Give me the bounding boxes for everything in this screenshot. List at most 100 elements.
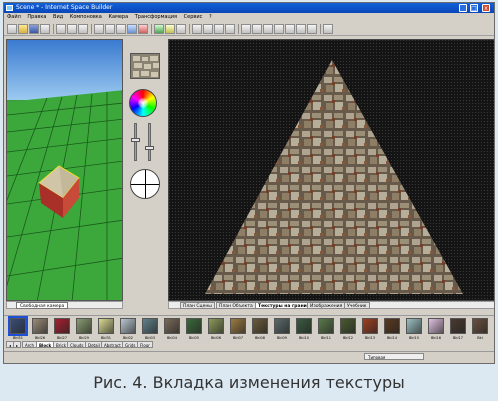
texture-swatch-label: BkI27: [57, 336, 67, 340]
paste-icon[interactable]: [116, 24, 126, 34]
texture-swatch-label: BkI09: [277, 336, 287, 340]
texture-swatch[interactable]: [340, 318, 356, 334]
menu-view[interactable]: Вид: [53, 14, 63, 20]
texture-swatch-label: BkI16: [431, 336, 441, 340]
help-icon[interactable]: [78, 24, 88, 34]
texture-swatch[interactable]: [450, 318, 466, 334]
texture-swatch-label: BkI04: [167, 336, 177, 340]
align-icon[interactable]: [285, 24, 295, 34]
status-bar: Типовая: [4, 351, 494, 361]
texture-swatch[interactable]: [32, 318, 48, 334]
record-icon[interactable]: [241, 24, 251, 34]
texture-swatch[interactable]: [318, 318, 334, 334]
texture-swatch-label: BkI06: [211, 336, 221, 340]
status-mode: Типовая: [364, 353, 424, 360]
category-tab-floor[interactable]: Floor: [137, 341, 153, 348]
cut-icon[interactable]: [94, 24, 104, 34]
menu-camera[interactable]: Камера: [108, 14, 128, 20]
brightness-slider[interactable]: [131, 123, 140, 161]
open-icon[interactable]: [18, 24, 28, 34]
step-icon[interactable]: [203, 24, 213, 34]
texture-swatch-label: BkI26: [35, 336, 45, 340]
texture-swatch[interactable]: [208, 318, 224, 334]
color-wheel[interactable]: [129, 89, 157, 117]
menu-edit[interactable]: Правка: [27, 14, 46, 20]
category-tab-arch[interactable]: Arch: [22, 341, 38, 348]
texture-swatch[interactable]: [274, 318, 290, 334]
tab-scroll-right[interactable]: ▸: [13, 341, 22, 348]
scene-3d-view[interactable]: [7, 40, 123, 301]
pick-icon[interactable]: [165, 24, 175, 34]
texture-swatch[interactable]: [384, 318, 400, 334]
texture-swatch-label: BkI07: [233, 336, 243, 340]
texture-swatch-label: BkI31: [101, 336, 111, 340]
rewind-icon[interactable]: [225, 24, 235, 34]
texture-swatch-label: BkI03: [145, 336, 155, 340]
tab-object-plan[interactable]: План Объекта: [216, 302, 256, 309]
texture-swatch[interactable]: [142, 318, 158, 334]
minimize-button[interactable]: _: [459, 4, 467, 12]
contrast-slider[interactable]: [145, 123, 154, 161]
texture-swatch-label: BkI29: [79, 336, 89, 340]
grid-icon[interactable]: [263, 24, 273, 34]
texture-swatch[interactable]: [186, 318, 202, 334]
menu-layout[interactable]: Компоновка: [70, 14, 102, 20]
texture-swatch[interactable]: [76, 318, 92, 334]
texture-swatch[interactable]: [428, 318, 444, 334]
texture-swatch[interactable]: [8, 316, 28, 336]
brush-icon[interactable]: [176, 24, 186, 34]
tab-scene-plan[interactable]: План Сцены: [180, 302, 215, 309]
color-icon[interactable]: [138, 24, 148, 34]
texture-swatch[interactable]: [98, 318, 114, 334]
category-tab-grids[interactable]: Grids: [122, 341, 139, 348]
texture-face-editor[interactable]: [168, 39, 494, 301]
texture-preview[interactable]: [130, 53, 160, 79]
close-button[interactable]: x: [482, 4, 490, 12]
tab-free-camera[interactable]: Свободная камера: [16, 302, 69, 309]
tab-face-textures[interactable]: Текстуры на грани: [255, 302, 310, 309]
sky: [7, 40, 122, 100]
play-icon[interactable]: [192, 24, 202, 34]
copy-icon[interactable]: [105, 24, 115, 34]
stop-icon[interactable]: [214, 24, 224, 34]
texture-swatch[interactable]: [120, 318, 136, 334]
position-target-icon[interactable]: [130, 169, 160, 199]
paint-icon[interactable]: [154, 24, 164, 34]
viewport-3d[interactable]: [6, 39, 123, 301]
texture-swatch[interactable]: [54, 318, 70, 334]
category-tab-block[interactable]: Block: [36, 341, 55, 348]
print-icon[interactable]: [40, 24, 50, 34]
category-tab-abstract[interactable]: Abstract: [101, 341, 124, 348]
texture-swatch[interactable]: [362, 318, 378, 334]
maximize-button[interactable]: □: [470, 4, 478, 12]
texture-swatch-label: BkI10: [299, 336, 309, 340]
menu-help[interactable]: ?: [209, 14, 212, 20]
texture-swatch-label: BkI11: [321, 336, 331, 340]
texture-swatch[interactable]: [472, 318, 488, 334]
texture-swatch[interactable]: [406, 318, 422, 334]
toolbar: [4, 22, 494, 36]
texture-swatch[interactable]: [230, 318, 246, 334]
texture-swatch[interactable]: [252, 318, 268, 334]
tab-tutorial[interactable]: Учебник: [344, 302, 370, 309]
properties-icon[interactable]: [323, 24, 333, 34]
rotate-icon[interactable]: [307, 24, 317, 34]
category-tab-clouds[interactable]: Clouds: [67, 341, 87, 348]
frame-icon[interactable]: [252, 24, 262, 34]
texture-swatch[interactable]: [164, 318, 180, 334]
tab-images[interactable]: Изображения: [307, 302, 346, 309]
menu-file[interactable]: Файл: [7, 14, 21, 20]
undo-icon[interactable]: [56, 24, 66, 34]
figure-caption: Рис. 4. Вкладка изменения текстуры: [0, 364, 498, 401]
save-icon[interactable]: [29, 24, 39, 34]
menu-tools[interactable]: Сервис: [184, 14, 203, 20]
texture-swatch-label: BkI14: [387, 336, 397, 340]
distribute-icon[interactable]: [296, 24, 306, 34]
new-icon[interactable]: [7, 24, 17, 34]
snap-icon[interactable]: [274, 24, 284, 34]
menu-transform[interactable]: Трансформация: [135, 14, 177, 20]
select-icon[interactable]: [127, 24, 137, 34]
redo-icon[interactable]: [67, 24, 77, 34]
texture-swatch-label: BkI12: [343, 336, 353, 340]
texture-swatch[interactable]: [296, 318, 312, 334]
